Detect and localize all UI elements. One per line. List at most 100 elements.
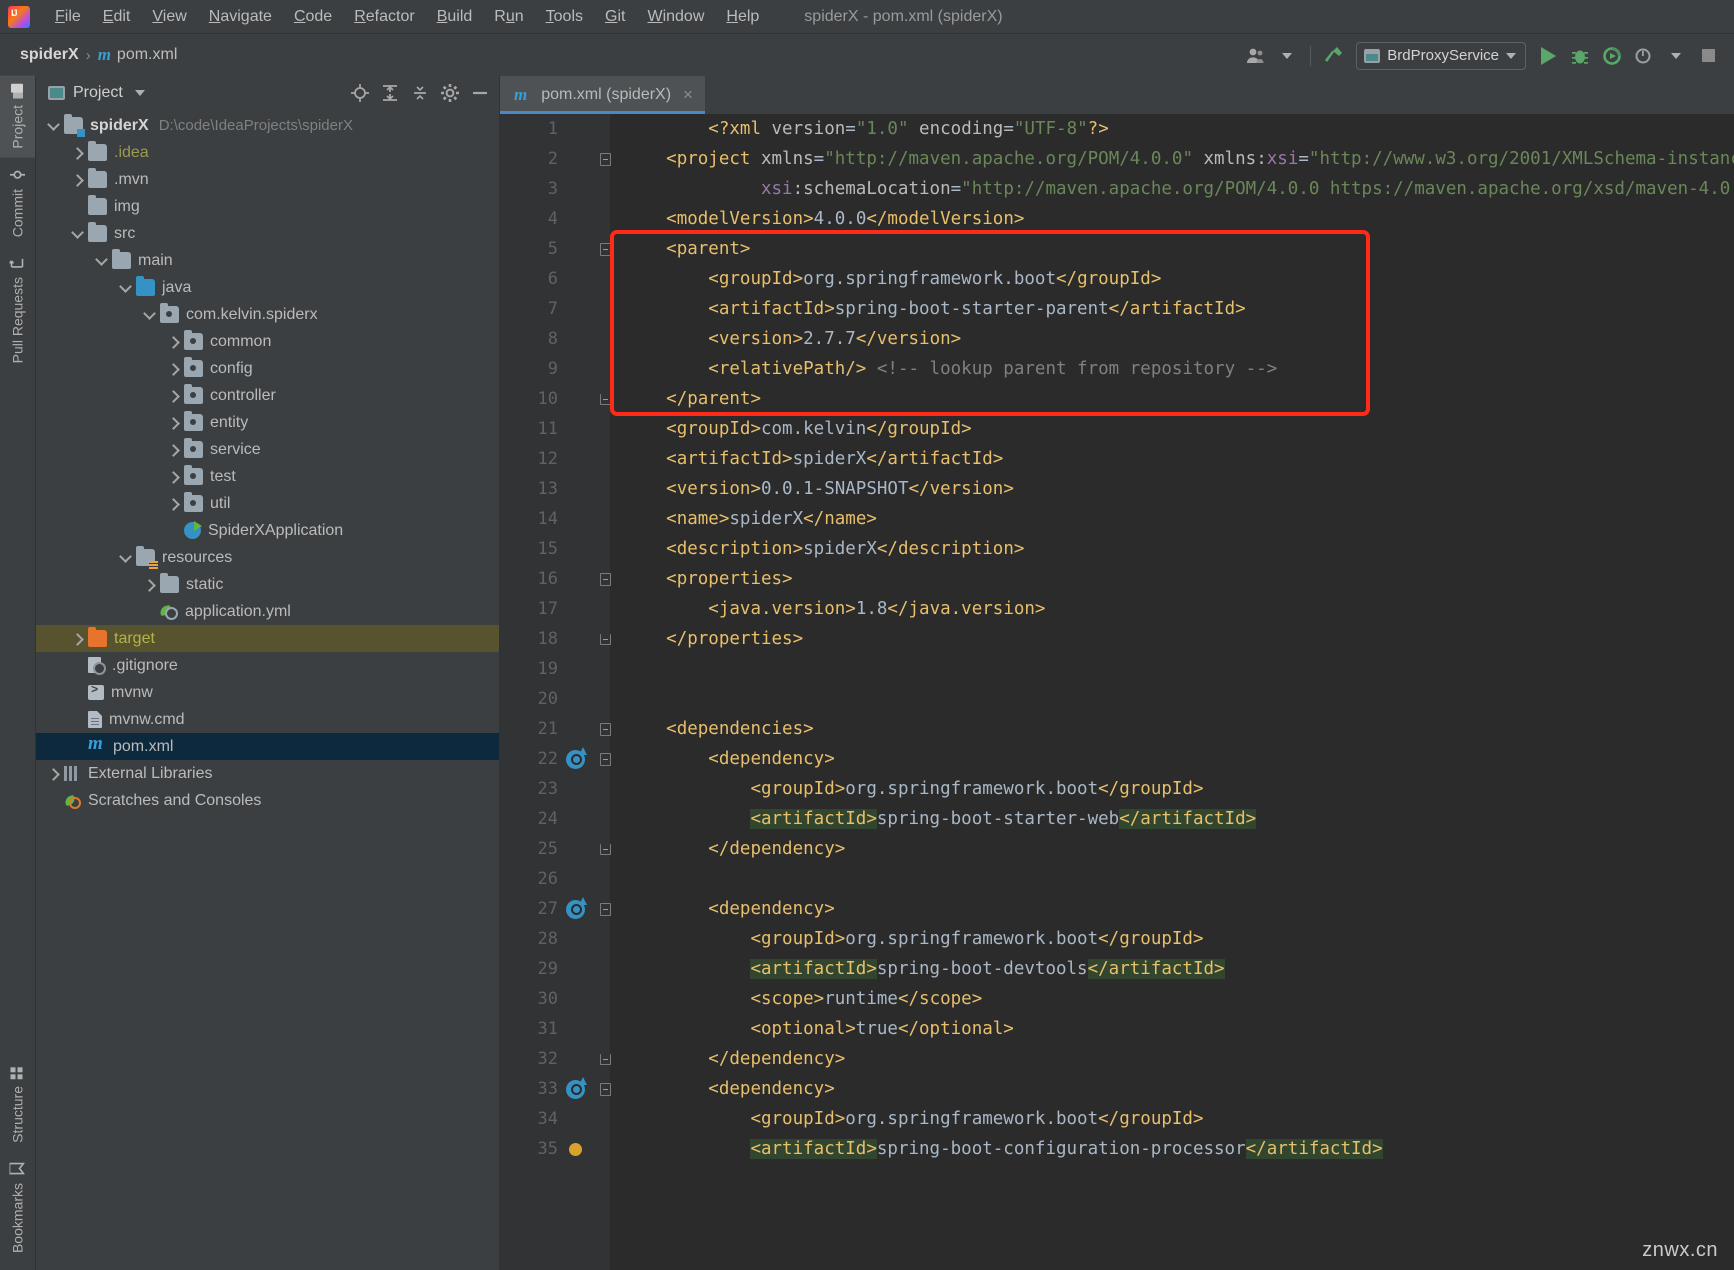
tree-item-img[interactable]: img bbox=[36, 193, 499, 220]
menu-item-window[interactable]: Window bbox=[636, 5, 715, 29]
tree-item-common[interactable]: common bbox=[36, 328, 499, 355]
chevron-down-icon[interactable] bbox=[46, 118, 62, 134]
stop-icon[interactable] bbox=[1692, 40, 1724, 72]
fold-end-icon[interactable] bbox=[592, 843, 618, 855]
fold-expanded-icon[interactable] bbox=[592, 242, 618, 256]
code-line[interactable]: 28 <groupId>org.springframework.boot</gr… bbox=[500, 924, 1734, 954]
fold-end-icon[interactable] bbox=[592, 633, 618, 645]
code-line[interactable]: 25 </dependency> bbox=[500, 834, 1734, 864]
chevron-right-icon[interactable] bbox=[166, 334, 182, 350]
menu-item-build[interactable]: Build bbox=[426, 5, 484, 29]
code-line[interactable]: 23 <groupId>org.springframework.boot</gr… bbox=[500, 774, 1734, 804]
stripe-button-commit[interactable]: Commit bbox=[0, 158, 35, 246]
chevron-down-icon[interactable] bbox=[94, 253, 110, 269]
menu-item-view[interactable]: View bbox=[141, 5, 197, 29]
chevron-right-icon[interactable] bbox=[166, 388, 182, 404]
code-line[interactable]: 19 bbox=[500, 654, 1734, 684]
code-line[interactable]: 6 <groupId>org.springframework.boot</gro… bbox=[500, 264, 1734, 294]
run-with-coverage-icon[interactable] bbox=[1596, 40, 1628, 72]
chevron-down-icon[interactable] bbox=[134, 90, 145, 96]
maven-update-icon[interactable] bbox=[558, 896, 592, 919]
tree-item-controller[interactable]: controller bbox=[36, 382, 499, 409]
fold-expanded-icon[interactable] bbox=[592, 572, 618, 586]
collapse-all-icon[interactable] bbox=[407, 80, 433, 106]
tree-item-java[interactable]: java bbox=[36, 274, 499, 301]
code-line[interactable]: 26 bbox=[500, 864, 1734, 894]
tree-item-test[interactable]: test bbox=[36, 463, 499, 490]
code-line[interactable]: 20 bbox=[500, 684, 1734, 714]
warning-icon[interactable] bbox=[558, 1142, 592, 1156]
fold-expanded-icon[interactable] bbox=[592, 722, 618, 736]
tree-item-target[interactable]: target bbox=[36, 625, 499, 652]
chevron-down-icon[interactable] bbox=[118, 280, 134, 296]
menu-item-tools[interactable]: Tools bbox=[535, 5, 594, 29]
chevron-down-icon-2[interactable] bbox=[1660, 40, 1692, 72]
code-line[interactable]: 9 <relativePath/> <!-- lookup parent fro… bbox=[500, 354, 1734, 384]
chevron-down-icon[interactable] bbox=[1271, 40, 1303, 72]
run-icon[interactable] bbox=[1532, 40, 1564, 72]
code-line[interactable]: 17 <java.version>1.8</java.version> bbox=[500, 594, 1734, 624]
code-line[interactable]: 29 <artifactId>spring-boot-devtools</art… bbox=[500, 954, 1734, 984]
code-line[interactable]: 30 <scope>runtime</scope> bbox=[500, 984, 1734, 1014]
code-line[interactable]: 4 <modelVersion>4.0.0</modelVersion> bbox=[500, 204, 1734, 234]
code-line[interactable]: 13 <version>0.0.1-SNAPSHOT</version> bbox=[500, 474, 1734, 504]
fold-expanded-icon[interactable] bbox=[592, 152, 618, 166]
chevron-down-icon[interactable] bbox=[142, 307, 158, 323]
tree-item-application-yml[interactable]: application.yml bbox=[36, 598, 499, 625]
breadcrumb-project[interactable]: spiderX bbox=[20, 46, 79, 64]
code-line[interactable]: 35 <artifactId>spring-boot-configuration… bbox=[500, 1134, 1734, 1164]
tree-item--mvn[interactable]: .mvn bbox=[36, 166, 499, 193]
user-avatar-icon[interactable] bbox=[1239, 40, 1271, 72]
tree-item-pom-xml[interactable]: pom.xml bbox=[36, 733, 499, 760]
tree-item-util[interactable]: util bbox=[36, 490, 499, 517]
code-line[interactable]: 34 <groupId>org.springframework.boot</gr… bbox=[500, 1104, 1734, 1134]
fold-expanded-icon[interactable] bbox=[592, 902, 618, 916]
build-hammer-icon[interactable] bbox=[1318, 40, 1350, 72]
chevron-right-icon[interactable] bbox=[166, 442, 182, 458]
code-line[interactable]: 12 <artifactId>spiderX</artifactId> bbox=[500, 444, 1734, 474]
code-line[interactable]: 5 <parent> bbox=[500, 234, 1734, 264]
code-line[interactable]: 2 <project xmlns="http://maven.apache.or… bbox=[500, 144, 1734, 174]
code-line[interactable]: 7 <artifactId>spring-boot-starter-parent… bbox=[500, 294, 1734, 324]
stripe-button-project[interactable]: Project bbox=[0, 76, 35, 158]
tree-item-com-kelvin-spiderx[interactable]: com.kelvin.spiderx bbox=[36, 301, 499, 328]
maven-update-icon[interactable] bbox=[558, 1076, 592, 1099]
tree-item-static[interactable]: static bbox=[36, 571, 499, 598]
hide-panel-icon[interactable] bbox=[467, 80, 493, 106]
chevron-right-icon[interactable] bbox=[166, 469, 182, 485]
settings-gear-icon[interactable] bbox=[437, 80, 463, 106]
tree-item--gitignore[interactable]: .gitignore bbox=[36, 652, 499, 679]
menu-item-refactor[interactable]: Refactor bbox=[343, 5, 425, 29]
stripe-button-bookmarks[interactable]: Bookmarks bbox=[0, 1152, 35, 1262]
tree-item-src[interactable]: src bbox=[36, 220, 499, 247]
tree-item-mvnw-cmd[interactable]: mvnw.cmd bbox=[36, 706, 499, 733]
menu-item-run[interactable]: Run bbox=[483, 5, 534, 29]
chevron-right-icon[interactable] bbox=[70, 145, 86, 161]
run-configuration-selector[interactable]: BrdProxyService bbox=[1356, 41, 1526, 70]
code-line[interactable]: 8 <version>2.7.7</version> bbox=[500, 324, 1734, 354]
fold-end-icon[interactable] bbox=[592, 393, 618, 405]
menu-item-navigate[interactable]: Navigate bbox=[198, 5, 283, 29]
chevron-right-icon[interactable] bbox=[70, 172, 86, 188]
code-line[interactable]: 1 <?xml version="1.0" encoding="UTF-8"?> bbox=[500, 114, 1734, 144]
fold-expanded-icon[interactable] bbox=[592, 1082, 618, 1096]
tree-item-config[interactable]: config bbox=[36, 355, 499, 382]
expand-all-icon[interactable] bbox=[377, 80, 403, 106]
chevron-right-icon[interactable] bbox=[46, 766, 62, 782]
chevron-down-icon[interactable] bbox=[118, 550, 134, 566]
tree-item-service[interactable]: service bbox=[36, 436, 499, 463]
chevron-right-icon[interactable] bbox=[166, 496, 182, 512]
menu-item-code[interactable]: Code bbox=[283, 5, 343, 29]
tree-item-resources[interactable]: resources bbox=[36, 544, 499, 571]
tree-item--idea[interactable]: .idea bbox=[36, 139, 499, 166]
code-editor[interactable]: 1 <?xml version="1.0" encoding="UTF-8"?>… bbox=[500, 114, 1734, 1270]
code-line[interactable]: 22 <dependency> bbox=[500, 744, 1734, 774]
chevron-right-icon[interactable] bbox=[142, 577, 158, 593]
tree-item-main[interactable]: main bbox=[36, 247, 499, 274]
fold-expanded-icon[interactable] bbox=[592, 752, 618, 766]
chevron-down-icon[interactable] bbox=[70, 226, 86, 242]
close-icon[interactable]: × bbox=[683, 85, 693, 105]
code-line[interactable]: 33 <dependency> bbox=[500, 1074, 1734, 1104]
code-line[interactable]: 18 </properties> bbox=[500, 624, 1734, 654]
menu-item-git[interactable]: Git bbox=[594, 5, 636, 29]
